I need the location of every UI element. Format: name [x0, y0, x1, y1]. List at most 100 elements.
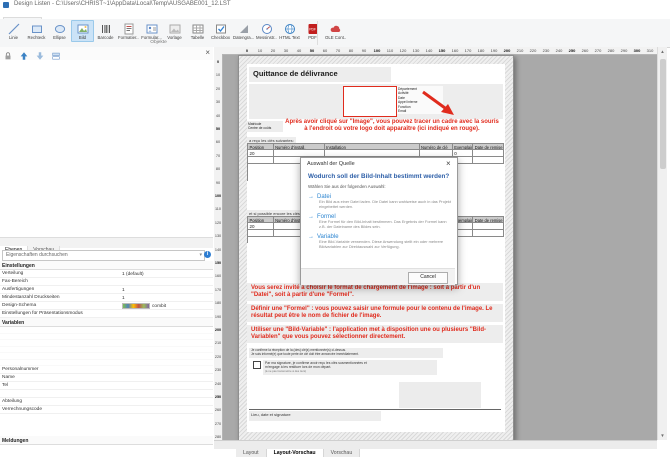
dialog-option-datei[interactable]: →DateiEin Bild aus einer Datei laden. Di…	[308, 194, 451, 210]
ruler-number: 130	[214, 234, 222, 238]
red-arrow-annotation	[421, 90, 455, 116]
ruler-number: 130	[413, 48, 420, 53]
tool-ole-cont[interactable]: OLE Cont...	[324, 20, 347, 42]
close-panel-icon[interactable]: ×	[205, 47, 210, 58]
ribbon: LinieRechteckEllipseBildBarcodeFormatier…	[0, 19, 670, 48]
arrow-up-icon[interactable]	[18, 48, 30, 59]
prop-row[interactable]: Abteilung	[0, 398, 213, 406]
ruler-number: 100	[214, 194, 222, 198]
property-search-input[interactable]: Eigenschaften durchsuchen ▾	[2, 250, 205, 261]
tool-formatier[interactable]: Formatier...	[117, 20, 140, 42]
layers-icon[interactable]	[50, 48, 62, 59]
tool-tabelle[interactable]: Tabelle	[186, 20, 209, 42]
tool-checkbox[interactable]: Checkbox	[209, 20, 232, 42]
table-cell: 0	[453, 150, 473, 157]
dialog-options: →DateiEin Bild aus einer Datei laden. Di…	[308, 194, 451, 254]
prop-row[interactable]: Verrechnungscode	[0, 406, 213, 414]
prop-section-einstellungen: Einstellungen	[0, 261, 213, 270]
prop-row[interactable]: Ausfertigungen1	[0, 286, 213, 294]
prop-row[interactable]	[0, 390, 213, 398]
ruler-number: 50	[310, 48, 314, 53]
prop-value	[120, 374, 213, 381]
prop-label: Ausfertigungen	[0, 286, 120, 293]
dialog-close-icon[interactable]: ×	[446, 159, 451, 168]
prop-row[interactable]: Tel	[0, 382, 213, 390]
ruler-number: 100	[374, 48, 381, 53]
tool-vorlage[interactable]: Vorlage	[163, 20, 186, 42]
tool-barcode[interactable]: Barcode	[94, 20, 117, 42]
chevron-down-icon[interactable]: ▾	[199, 251, 202, 259]
table-row[interactable]: 200	[248, 150, 504, 157]
prop-row[interactable]: Fax-Bereich	[0, 278, 213, 286]
svg-text:PDF: PDF	[309, 28, 316, 32]
signature-line	[249, 409, 501, 410]
tool-rechteck[interactable]: Rechteck	[25, 20, 48, 42]
ruler-number: 10	[214, 73, 222, 77]
tool-html-text[interactable]: HTML Text	[278, 20, 301, 42]
objects-tree[interactable]	[0, 60, 213, 237]
prop-label: Verteilung	[0, 270, 120, 277]
tool-messinstr[interactable]: Messinstr...	[255, 20, 278, 42]
objects-panel-toolbar: ×	[0, 47, 213, 61]
tool-datengra[interactable]: Datengra...	[232, 20, 255, 42]
lock-icon[interactable]	[2, 48, 14, 59]
cancel-button[interactable]: Cancel	[408, 272, 448, 284]
scroll-up-icon[interactable]: ▲	[658, 47, 667, 56]
info-icon[interactable]: i	[204, 251, 211, 258]
scrollbar-thumb[interactable]	[660, 59, 666, 169]
ruler-number: 150	[439, 48, 446, 53]
property-search-text: Eigenschaften durchsuchen	[6, 252, 68, 258]
ruler-number: 140	[214, 248, 222, 252]
ruler-number: 250	[214, 395, 222, 399]
prop-row[interactable]: Design-Schemacombit	[0, 302, 213, 310]
image-source-dialog: Auswahl der Quelle × Wodurch soll der Bi…	[300, 157, 458, 285]
ruler-number: 280	[214, 435, 222, 439]
prop-row[interactable]: Mindestanzahl Druckseiten1	[0, 294, 213, 302]
ruler-number: 170	[465, 48, 472, 53]
arrow-down-icon[interactable]	[34, 48, 46, 59]
ruler-number: 310	[647, 48, 654, 53]
v-ruler: 0102030405060708090100110120130140150160…	[214, 54, 223, 440]
prop-label	[0, 390, 120, 397]
tool-linie[interactable]: Linie	[2, 20, 25, 42]
prop-value	[120, 398, 213, 405]
table-cell	[325, 150, 420, 157]
ruler-number: 290	[621, 48, 628, 53]
confirmation-row: Par ma signature, je confirme avoir reçu…	[251, 360, 501, 376]
confirmation-checkbox	[253, 361, 261, 369]
scroll-down-icon[interactable]: ▼	[658, 431, 667, 440]
prop-label: Name	[0, 374, 120, 381]
ruler-number: 160	[452, 48, 459, 53]
table-cell	[274, 150, 325, 157]
dialog-option-formel[interactable]: →FormelEine Formel für den Bild-Inhalt b…	[308, 214, 451, 230]
ruler-number: 200	[214, 328, 222, 332]
tool-formular[interactable]: Formular...	[140, 20, 163, 42]
vertical-scrollbar[interactable]: ▲ ▼	[657, 47, 667, 440]
table-cell	[248, 157, 274, 164]
view-tab-vorschau[interactable]: Vorschau	[324, 449, 361, 457]
rectangle-icon	[26, 21, 47, 35]
prop-row[interactable]: Verteilung1 (default)	[0, 270, 213, 278]
image-frame-object[interactable]	[343, 86, 397, 117]
tool-ellipse[interactable]: Ellipse	[48, 20, 71, 42]
prop-row[interactable]: Personalnummer	[0, 366, 213, 374]
ruler-number: 110	[387, 48, 393, 53]
prop-row[interactable]: Name	[0, 374, 213, 382]
pdf-icon: PDF	[302, 21, 323, 35]
dialog-option-variable[interactable]: →VariableEine Bild-Variable verwenden. D…	[308, 234, 451, 250]
ruler-number: 190	[491, 48, 498, 53]
ruler-number: 0	[214, 60, 222, 64]
ruler-number: 50	[214, 127, 222, 131]
tool-bild[interactable]: Bild	[71, 20, 94, 42]
ruler-number: 190	[214, 315, 222, 319]
table-cell	[473, 157, 504, 164]
image-icon	[72, 21, 93, 35]
view-tab-layout[interactable]: Layout	[236, 449, 267, 457]
ribbon-group-separator	[317, 21, 318, 45]
document-header-band: DépartementActivitéDateAppel interneFonc…	[249, 84, 503, 119]
ruler-number: 110	[214, 207, 222, 211]
tool-pdf[interactable]: PDFPDF	[301, 20, 324, 42]
view-tab-layout-vorschau[interactable]: Layout-Vorschau	[267, 449, 324, 457]
checkbox-icon	[210, 21, 231, 35]
prop-row[interactable]: Einstellungen für Präsentationsmodus	[0, 310, 213, 318]
